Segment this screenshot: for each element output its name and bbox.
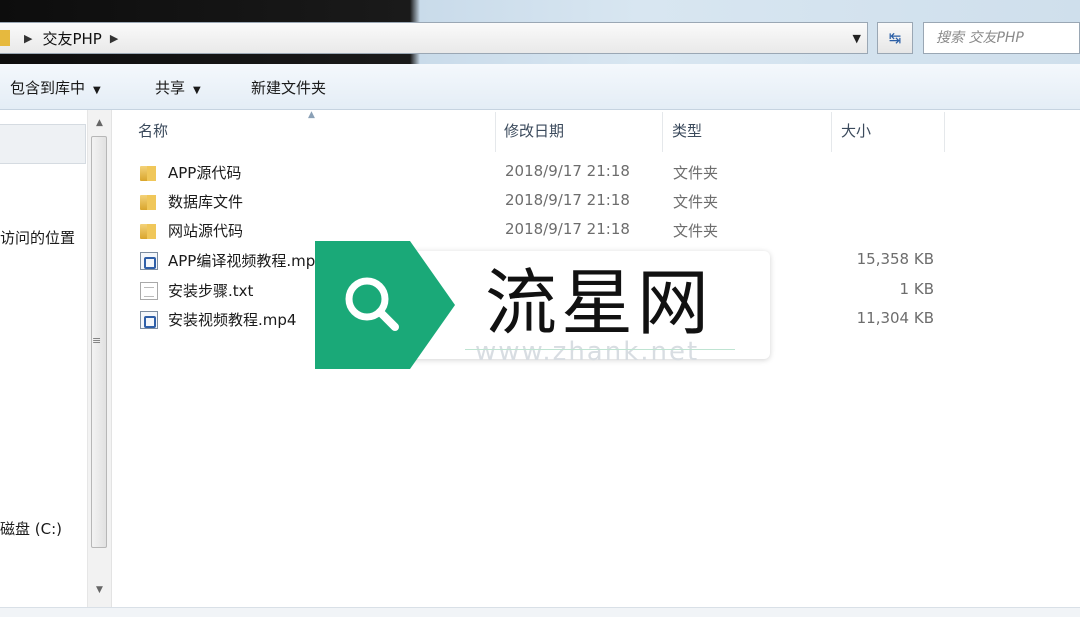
- search-icon: [315, 241, 455, 369]
- file-name: 安装视频教程.mp4: [168, 311, 297, 329]
- video-file-icon: [140, 252, 158, 270]
- file-row[interactable]: APP源代码 2018/9/17 21:18 文件夹: [136, 160, 956, 188]
- search-box[interactable]: [923, 22, 1080, 54]
- watermark-logo: 流星网 www.zhank.net: [315, 241, 770, 369]
- refresh-icon: ↹: [888, 29, 902, 47]
- nav-item-recent-places[interactable]: 访问的位置: [0, 227, 75, 248]
- status-strip: [0, 607, 1080, 617]
- command-toolbar: 包含到库中 ▼ 共享 ▼ 新建文件夹: [0, 64, 1080, 110]
- watermark-underline: [465, 349, 735, 350]
- nav-scrollbar[interactable]: ▲ ≡ ▼: [87, 110, 111, 607]
- nav-item-local-disk-c[interactable]: 磁盘 (C:): [0, 518, 62, 539]
- column-header-name[interactable]: 名称: [138, 120, 168, 141]
- breadcrumb-separator-icon[interactable]: ▶: [24, 32, 32, 45]
- nav-selected-item[interactable]: [0, 124, 86, 164]
- include-in-library-button[interactable]: 包含到库中 ▼: [10, 77, 101, 98]
- file-date: 2018/9/17 21:18: [505, 220, 630, 238]
- column-header-date[interactable]: 修改日期: [504, 120, 564, 141]
- column-header-size[interactable]: 大小: [841, 120, 871, 141]
- folder-icon: [0, 30, 10, 46]
- file-type: 文件夹: [673, 222, 719, 240]
- file-size: 1 KB: [899, 280, 934, 298]
- navigation-pane: 访问的位置 磁盘 (C:) ▲ ≡ ▼: [0, 110, 112, 607]
- share-button[interactable]: 共享 ▼: [155, 77, 201, 98]
- chevron-down-icon: ▼: [93, 85, 101, 96]
- file-name: APP编译视频教程.mp4: [168, 252, 325, 270]
- file-name: 安装步骤.txt: [168, 282, 254, 300]
- new-folder-label: 新建文件夹: [251, 79, 327, 97]
- scroll-down-icon[interactable]: ▼: [88, 581, 111, 599]
- folder-icon: [140, 164, 158, 182]
- chevron-down-icon: ▼: [193, 85, 201, 96]
- search-input[interactable]: [934, 23, 1078, 53]
- file-date: 2018/9/17 21:18: [505, 162, 630, 180]
- scroll-grip-icon: ≡: [92, 334, 102, 347]
- watermark-url: www.zhank.net: [475, 337, 700, 367]
- file-row[interactable]: 数据库文件 2018/9/17 21:18 文件夹: [136, 189, 956, 217]
- file-name: APP源代码: [168, 164, 242, 182]
- file-name: 网站源代码: [168, 222, 244, 240]
- breadcrumb-chevron-icon[interactable]: ▶: [110, 32, 118, 45]
- folder-icon: [140, 222, 158, 240]
- breadcrumb-current[interactable]: 交友PHP: [42, 28, 101, 49]
- scroll-up-icon[interactable]: ▲: [88, 114, 111, 132]
- address-history-dropdown-icon[interactable]: ▼: [853, 32, 861, 45]
- share-label: 共享: [155, 79, 186, 97]
- file-type: 文件夹: [673, 164, 719, 182]
- address-bar[interactable]: ▶ 交友PHP ▶ ▼: [0, 22, 868, 54]
- include-in-library-label: 包含到库中: [10, 79, 86, 97]
- refresh-button[interactable]: ↹: [877, 22, 913, 54]
- file-size: 11,304 KB: [856, 309, 934, 327]
- sort-ascending-icon: ▲: [308, 110, 315, 120]
- column-divider[interactable]: [495, 112, 496, 152]
- file-name: 数据库文件: [168, 193, 244, 211]
- new-folder-button[interactable]: 新建文件夹: [251, 77, 326, 98]
- file-type: 文件夹: [673, 193, 719, 211]
- column-divider[interactable]: [662, 112, 663, 152]
- video-file-icon: [140, 311, 158, 329]
- file-date: 2018/9/17 21:18: [505, 191, 630, 209]
- column-divider[interactable]: [831, 112, 832, 152]
- text-file-icon: [140, 282, 158, 300]
- column-header-type[interactable]: 类型: [672, 120, 702, 141]
- watermark-text: 流星网: [485, 261, 714, 345]
- file-size: 15,358 KB: [856, 250, 934, 268]
- folder-icon: [140, 193, 158, 211]
- column-divider[interactable]: [944, 112, 945, 152]
